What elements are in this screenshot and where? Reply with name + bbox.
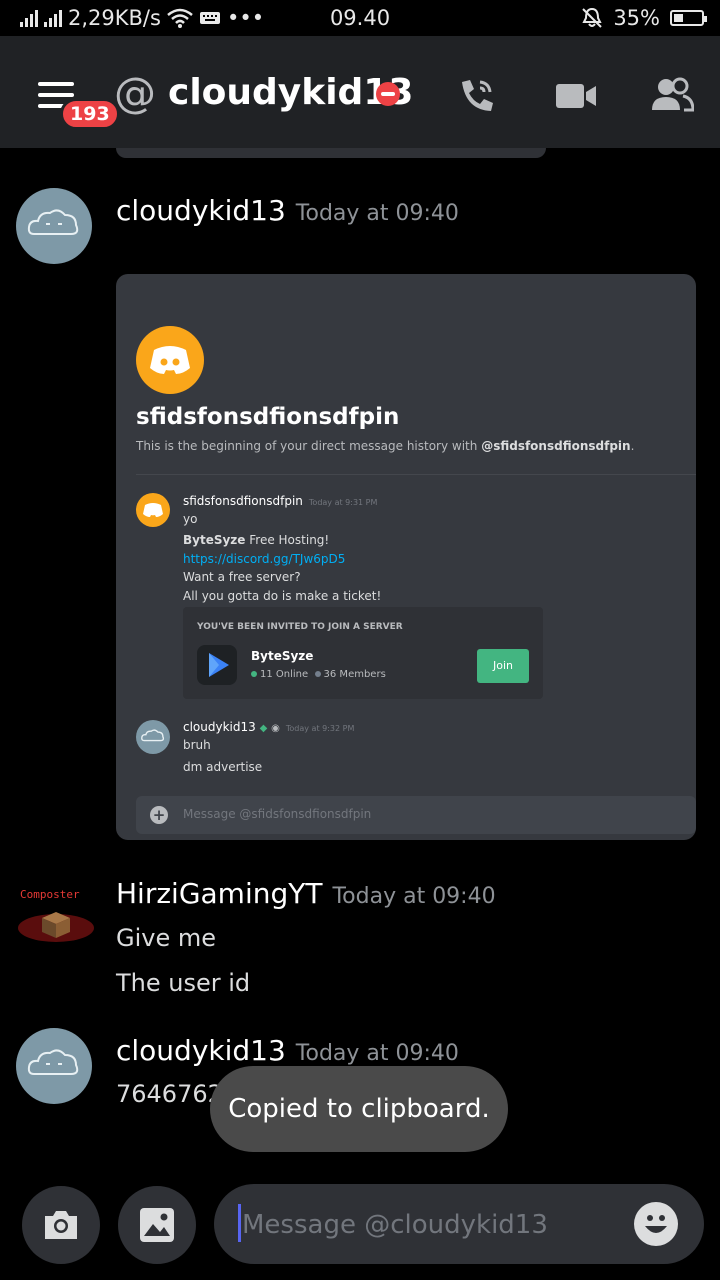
avatar[interactable] xyxy=(16,188,92,264)
avatar-label: Composter xyxy=(20,888,80,901)
embed-line: Want a free server? xyxy=(183,570,301,584)
battery-percent: 35% xyxy=(613,6,660,30)
embed-message-header: sfidsfonsdfionsdfpin Today at 9:31 PM xyxy=(183,494,377,508)
embed-input-placeholder: Message @sfidsfonsdfionsdfpin xyxy=(183,807,372,821)
mute-bell-icon xyxy=(582,7,603,28)
battery-icon xyxy=(670,10,707,26)
embed-link: https://discord.gg/TJw6pD5 xyxy=(183,552,346,566)
message-text: The user id xyxy=(116,969,251,997)
toast-notification: Copied to clipboard. xyxy=(210,1066,508,1152)
embed-avatar xyxy=(136,493,170,527)
server-name: ByteSyze xyxy=(251,649,314,663)
embed-line: ByteSyze Free Hosting! xyxy=(183,533,329,547)
embed-line: dm advertise xyxy=(183,760,263,774)
message-text: 7646762 xyxy=(116,1080,223,1108)
image-attachment[interactable]: sfidsfonsdfionsdfpin This is the beginni… xyxy=(116,274,696,840)
embed-line: bruh xyxy=(183,738,211,752)
dm-subtitle: This is the beginning of your direct mes… xyxy=(136,439,634,453)
discord-logo-icon xyxy=(136,326,204,394)
members-icon[interactable] xyxy=(650,76,694,116)
timestamp: Today at 09:40 xyxy=(295,1041,459,1066)
divider xyxy=(136,474,696,475)
author-name[interactable]: HirziGamingYT xyxy=(116,877,322,910)
previous-message-edge xyxy=(116,148,546,158)
embed-message-header: cloudykid13 ◆ ◉ Today at 9:32 PM xyxy=(183,720,354,734)
cloud-avatar-icon xyxy=(27,209,79,235)
author-name[interactable]: cloudykid13 xyxy=(116,194,286,227)
smiley-icon xyxy=(645,1215,667,1233)
embed-message-input: + Message @sfidsfonsdfionsdfpin xyxy=(136,796,696,834)
camera-icon xyxy=(45,1211,77,1239)
status-right: 35% xyxy=(581,6,707,30)
verified-icon: ◆ xyxy=(259,723,268,734)
gallery-button[interactable] xyxy=(118,1186,196,1264)
online-count: 11 Online xyxy=(260,669,309,680)
at-icon: @ xyxy=(114,68,156,117)
composter-avatar-icon xyxy=(18,912,94,942)
dm-subtitle-suffix: . xyxy=(630,439,635,453)
join-button: Join xyxy=(477,649,529,683)
avatar[interactable]: Composter xyxy=(16,878,96,954)
message-input[interactable] xyxy=(240,1202,624,1248)
dm-title: sfidsfonsdfionsdfpin xyxy=(136,404,400,430)
camera-button[interactable] xyxy=(22,1186,100,1264)
video-call-icon[interactable] xyxy=(554,76,598,116)
server-icon xyxy=(197,645,237,685)
embed-rest: Free Hosting! xyxy=(245,533,330,547)
embed-bold: ByteSyze xyxy=(183,533,246,547)
message-header: cloudykid13 Today at 09:40 xyxy=(116,1034,459,1067)
avatar[interactable] xyxy=(16,1028,92,1104)
plus-icon: + xyxy=(150,806,168,824)
embed-author: cloudykid13 xyxy=(183,720,256,734)
message-composer xyxy=(214,1184,704,1264)
message-header: HirziGamingYT Today at 09:40 xyxy=(116,877,496,910)
embed-author: sfidsfonsdfionsdfpin xyxy=(183,494,303,508)
battery-fill xyxy=(674,14,683,22)
dm-subtitle-prefix: This is the beginning of your direct mes… xyxy=(136,439,482,453)
message-text: Give me xyxy=(116,924,217,952)
call-icon[interactable] xyxy=(456,76,500,116)
cloud-avatar-icon xyxy=(27,1049,79,1075)
dnd-status-icon xyxy=(376,82,400,106)
embed-timestamp: Today at 9:32 PM xyxy=(285,724,355,733)
server-stats: 11 Online 36 Members xyxy=(251,669,386,680)
author-name[interactable]: cloudykid13 xyxy=(116,1034,286,1067)
embed-timestamp: Today at 9:31 PM xyxy=(308,498,378,507)
channel-header: 193 @ cloudykid13 xyxy=(0,36,720,148)
message-header: cloudykid13 Today at 09:40 xyxy=(116,194,459,227)
dm-subtitle-mention: @sfidsfonsdfionsdfpin xyxy=(481,439,631,453)
embed-avatar xyxy=(136,720,170,754)
embed-line: All you gotta do is make a ticket! xyxy=(183,589,382,603)
member-count: 36 Members xyxy=(323,669,386,680)
status-icon: ◉ xyxy=(271,723,280,734)
timestamp: Today at 09:40 xyxy=(332,884,496,909)
emoji-button[interactable] xyxy=(634,1202,678,1246)
timestamp: Today at 09:40 xyxy=(295,201,459,226)
status-bar: 2,29KB/s ••• 09.40 35% xyxy=(0,0,720,36)
embed-line: yo xyxy=(183,512,198,526)
unread-badge: 193 xyxy=(60,98,120,130)
invite-header: YOU'VE BEEN INVITED TO JOIN A SERVER xyxy=(197,622,403,632)
server-invite-card: YOU'VE BEEN INVITED TO JOIN A SERVER Byt… xyxy=(183,607,543,699)
image-icon xyxy=(140,1208,174,1242)
